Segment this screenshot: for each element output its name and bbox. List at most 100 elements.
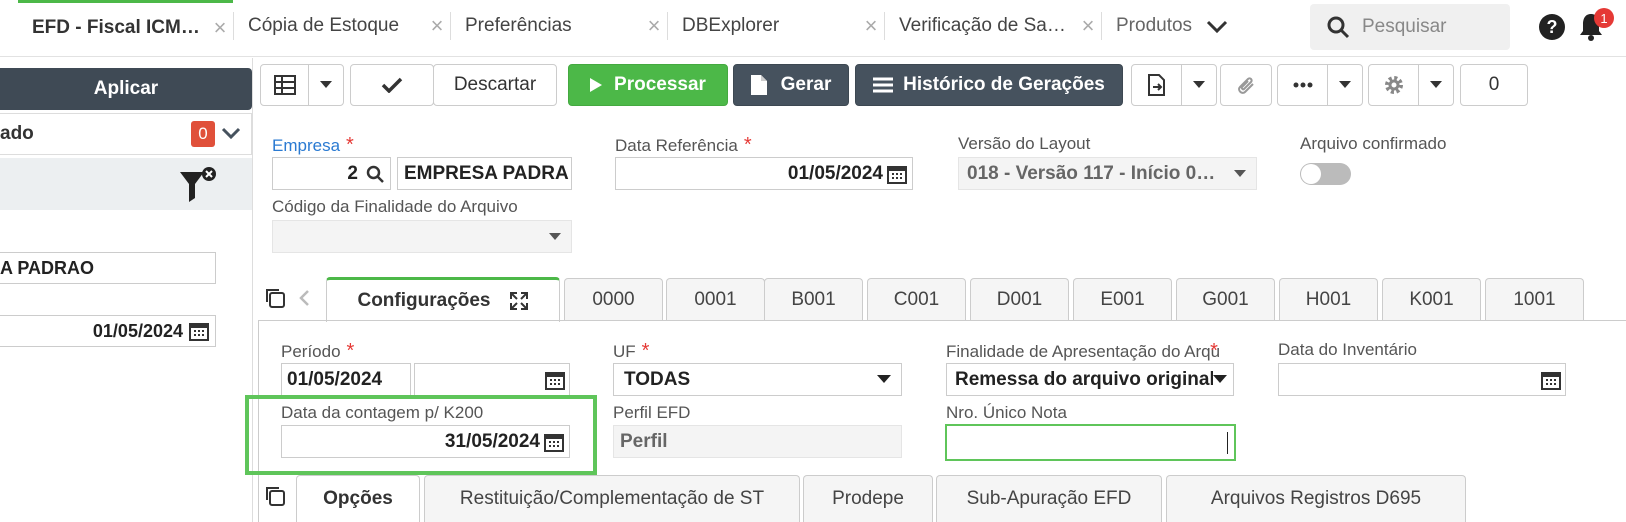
periodo-start-value: 01/05/2024 [287,368,383,390]
search-placeholder: Pesquisar [1362,16,1447,37]
tab-d001[interactable]: D001 [970,278,1069,321]
calendar-icon[interactable] [189,321,209,341]
search-icon [1326,15,1350,39]
tab-label: Preferências [465,15,572,36]
notification-bell-icon[interactable]: 1 [1578,8,1614,44]
file-icon [750,75,767,95]
options-tabs: Opções Restituição/Complementação de ST … [258,475,1626,522]
periodo-start-input[interactable]: 01/05/2024 [281,363,411,396]
tab-arquivos-d695[interactable]: Arquivos Registros D695 [1166,475,1466,522]
close-icon[interactable]: × [1075,13,1101,39]
settings-button[interactable] [1368,64,1454,106]
sidebar-date-field[interactable]: 01/05/2024 [0,315,216,347]
caret-down-icon[interactable] [1419,81,1453,89]
calendar-icon[interactable] [1541,370,1561,390]
confirm-button[interactable] [350,64,434,106]
history-button[interactable]: Histórico de Gerações [855,64,1123,106]
tab-efd-fiscal[interactable]: EFD - Fiscal ICM… × [18,0,233,52]
tab-label: Produtos [1116,15,1193,36]
tab-b001[interactable]: B001 [764,278,863,321]
uf-value: TODAS [624,368,691,390]
grid-icon [261,75,308,95]
tab-label: EFD - Fiscal ICM… [32,16,200,38]
caret-down-icon[interactable] [309,81,343,89]
tab-label: DBExplorer [682,15,780,36]
sidebar-empresa-field[interactable]: A PADRAO [0,252,216,284]
sidebar-date-value: 01/05/2024 [92,320,183,341]
tab-opcoes[interactable]: Opções [296,475,420,522]
tab-verificacao[interactable]: Verificação de Sa… × [885,0,1101,52]
search-input[interactable]: Pesquisar [1310,4,1510,50]
data-referencia-input[interactable]: 01/05/2024 [615,157,913,190]
tab-e001[interactable]: E001 [1073,278,1172,321]
periodo-label: Período * [281,340,355,362]
periodo-end-input[interactable] [414,363,570,396]
arquivo-confirmado-toggle[interactable] [1300,163,1351,185]
search-icon[interactable] [366,165,384,183]
export-button[interactable] [1131,64,1217,106]
tab-restituicao[interactable]: Restituição/Complementação de ST [424,475,800,522]
more-options-button[interactable] [1277,64,1363,106]
more-icon [1278,82,1327,88]
toggle-knob [1301,164,1321,184]
text-cursor [1227,432,1228,454]
tab-configuracoes[interactable]: Configurações [326,277,560,322]
copy-icon[interactable] [264,485,286,507]
chevron-down-icon[interactable] [1200,12,1234,42]
versao-layout-select[interactable]: 018 - Versão 117 - Início 01/… [958,157,1257,190]
tab-0001[interactable]: 0001 [666,278,765,321]
caret-down-icon[interactable] [1182,81,1216,89]
filter-sidebar: Aplicar ado 0 A PADRAO 01/05/2024 [0,58,253,522]
tab-k001[interactable]: K001 [1382,278,1481,321]
tab-g001[interactable]: G001 [1176,278,1275,321]
caret-down-icon[interactable] [1328,81,1362,89]
discard-button[interactable]: Descartar [433,64,557,106]
process-label: Processar [614,74,706,95]
tab-prodepe[interactable]: Prodepe [803,475,933,522]
nro-unico-nota-input[interactable] [945,424,1236,461]
data-contagem-input[interactable]: 31/05/2024 [281,425,570,458]
copy-icon[interactable] [264,287,286,309]
tab-copia-estoque[interactable]: Cópia de Estoque × [234,0,450,52]
calendar-icon[interactable] [887,164,907,184]
empresa-code-input[interactable]: 2 [272,157,391,190]
caret-down-icon[interactable] [549,232,561,241]
tab-label: Configurações [357,290,491,311]
data-inventario-input[interactable] [1278,363,1566,396]
filter-row[interactable]: ado 0 [0,113,252,155]
uf-select[interactable]: TODAS [613,363,902,396]
expand-icon[interactable] [509,291,529,311]
apply-button[interactable]: Aplicar [0,68,252,110]
chevron-left-icon[interactable] [298,289,310,307]
tab-preferencias[interactable]: Preferências × [451,0,667,52]
caret-down-icon[interactable] [1234,169,1246,178]
tab-h001[interactable]: H001 [1279,278,1378,321]
empresa-name-input[interactable]: EMPRESA PADRA [397,157,572,190]
tab-sub-apuracao[interactable]: Sub-Apuração EFD [936,475,1162,522]
chevron-down-icon[interactable] [221,127,241,141]
grid-view-button[interactable] [260,64,344,106]
process-button[interactable]: Processar [568,64,728,106]
caret-down-icon[interactable] [877,375,891,384]
calendar-icon[interactable] [545,370,565,390]
tab-1001[interactable]: 1001 [1485,278,1584,321]
finalidade-apresentacao-select[interactable]: Remessa do arquivo original [946,363,1234,396]
caret-down-icon[interactable] [1213,375,1227,384]
tab-c001[interactable]: C001 [867,278,966,321]
calendar-icon[interactable] [544,432,564,452]
attachment-button[interactable] [1220,64,1272,106]
empresa-name-value: EMPRESA PADRA [404,162,569,184]
tab-produtos[interactable]: Produtos [1102,0,1198,52]
filter-count-badge: 0 [191,121,215,147]
tab-0000[interactable]: 0000 [564,278,663,321]
tab-dbexplorer[interactable]: DBExplorer × [668,0,884,52]
generate-button[interactable]: Gerar [733,64,849,106]
help-icon[interactable]: ? [1538,13,1566,41]
finalidade-arquivo-select[interactable] [272,220,572,253]
close-icon[interactable]: × [424,13,450,39]
close-icon[interactable]: × [207,15,233,41]
clear-filter-icon[interactable] [178,166,220,204]
paperclip-icon [1235,74,1257,96]
close-icon[interactable]: × [641,13,667,39]
close-icon[interactable]: × [858,13,884,39]
